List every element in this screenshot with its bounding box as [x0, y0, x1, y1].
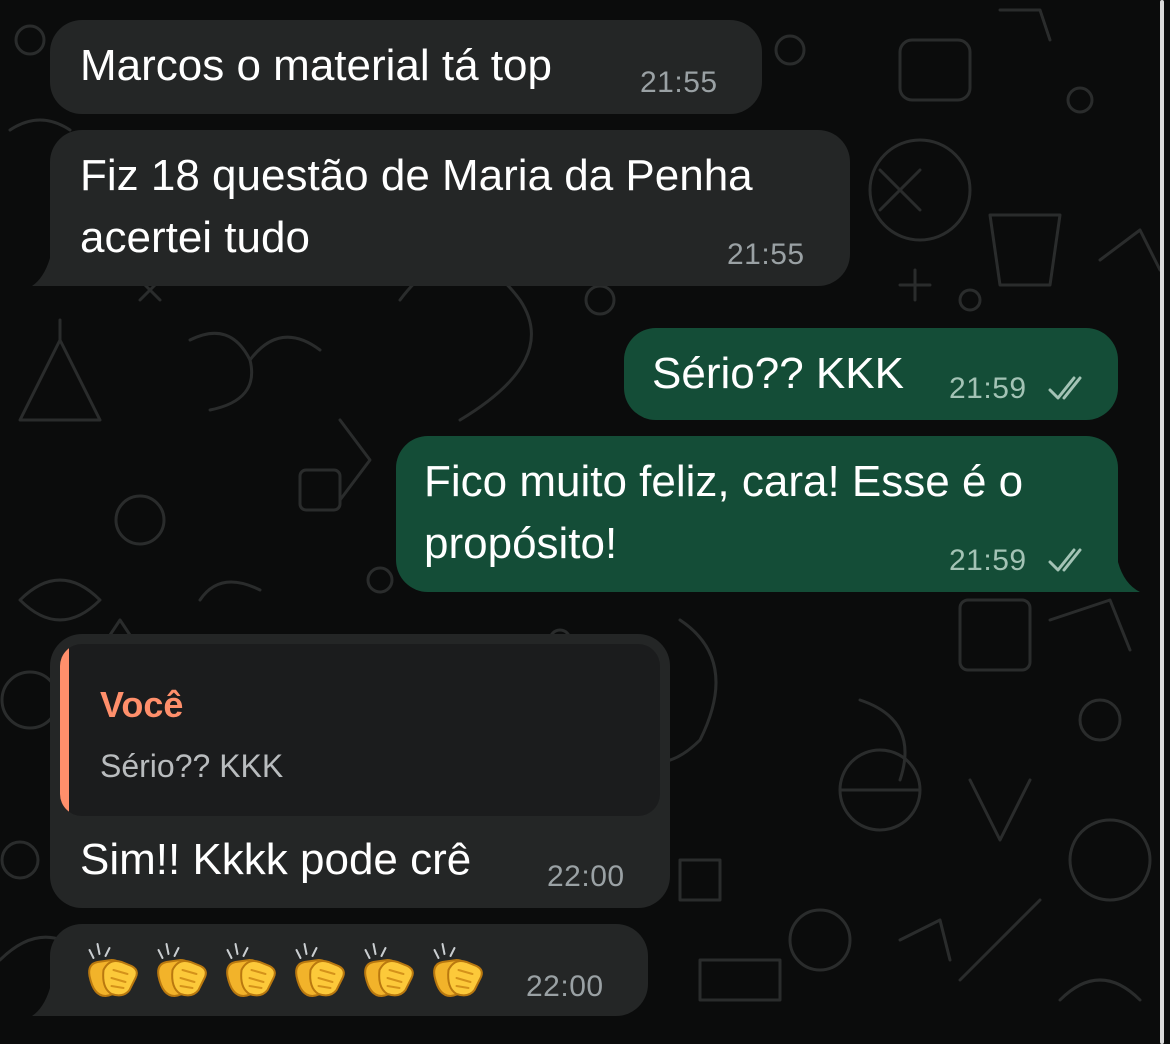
- bubble-tail-icon: [1118, 562, 1140, 592]
- quoted-text: Sério?? KKK: [100, 748, 284, 784]
- message-text: Sim!! Kkkk pode crê: [80, 835, 472, 884]
- clapping-hands-icon: [88, 943, 138, 998]
- message-time: 22:00: [526, 970, 604, 1003]
- quote-accent-bar: [60, 644, 69, 816]
- message-time: 21:59: [949, 544, 1027, 577]
- message-text-line: acertei tudo: [80, 213, 310, 262]
- message-text-line: propósito!: [424, 519, 618, 568]
- message-bubble-reply[interactable]: Você Sério?? KKK Sim!! Kkkk pode crê 22:…: [50, 634, 670, 908]
- scrollbar[interactable]: [1160, 0, 1164, 1044]
- clapping-hands-icon: [226, 943, 276, 998]
- clapping-hands-icon: [433, 943, 483, 998]
- message-text: Sério?? KKK: [652, 349, 904, 398]
- message-bubble-incoming[interactable]: Fiz 18 questão de Maria da Penha acertei…: [50, 130, 850, 286]
- quoted-message[interactable]: Você Sério?? KKK: [60, 644, 660, 816]
- read-receipt-icon: [1048, 548, 1082, 572]
- message-text-line: Fico muito feliz, cara! Esse é o: [424, 457, 1024, 506]
- bubble-tail-icon: [32, 988, 50, 1016]
- message-bubble-outgoing[interactable]: Fico muito feliz, cara! Esse é o propósi…: [396, 436, 1118, 592]
- read-receipt-icon: [1048, 376, 1082, 400]
- quoted-author: Você: [100, 684, 184, 725]
- clapping-hands-icon: [295, 943, 345, 998]
- message-time: 21:55: [727, 238, 805, 271]
- bubble-tail-icon: [32, 258, 50, 286]
- message-time: 21:55: [640, 66, 718, 99]
- message-bubble-incoming[interactable]: Marcos o material tá top 21:55: [50, 20, 762, 114]
- message-bubble-emoji[interactable]: 22:00: [50, 924, 648, 1016]
- clapping-hands-icon: [364, 943, 414, 998]
- emoji-row: [78, 936, 492, 1002]
- message-time: 21:59: [949, 372, 1027, 405]
- message-text: Marcos o material tá top: [80, 41, 552, 90]
- message-time: 22:00: [547, 860, 625, 893]
- clapping-hands-icon: [157, 943, 207, 998]
- message-text-line: Fiz 18 questão de Maria da Penha: [80, 151, 753, 200]
- message-bubble-outgoing[interactable]: Sério?? KKK 21:59: [624, 328, 1118, 420]
